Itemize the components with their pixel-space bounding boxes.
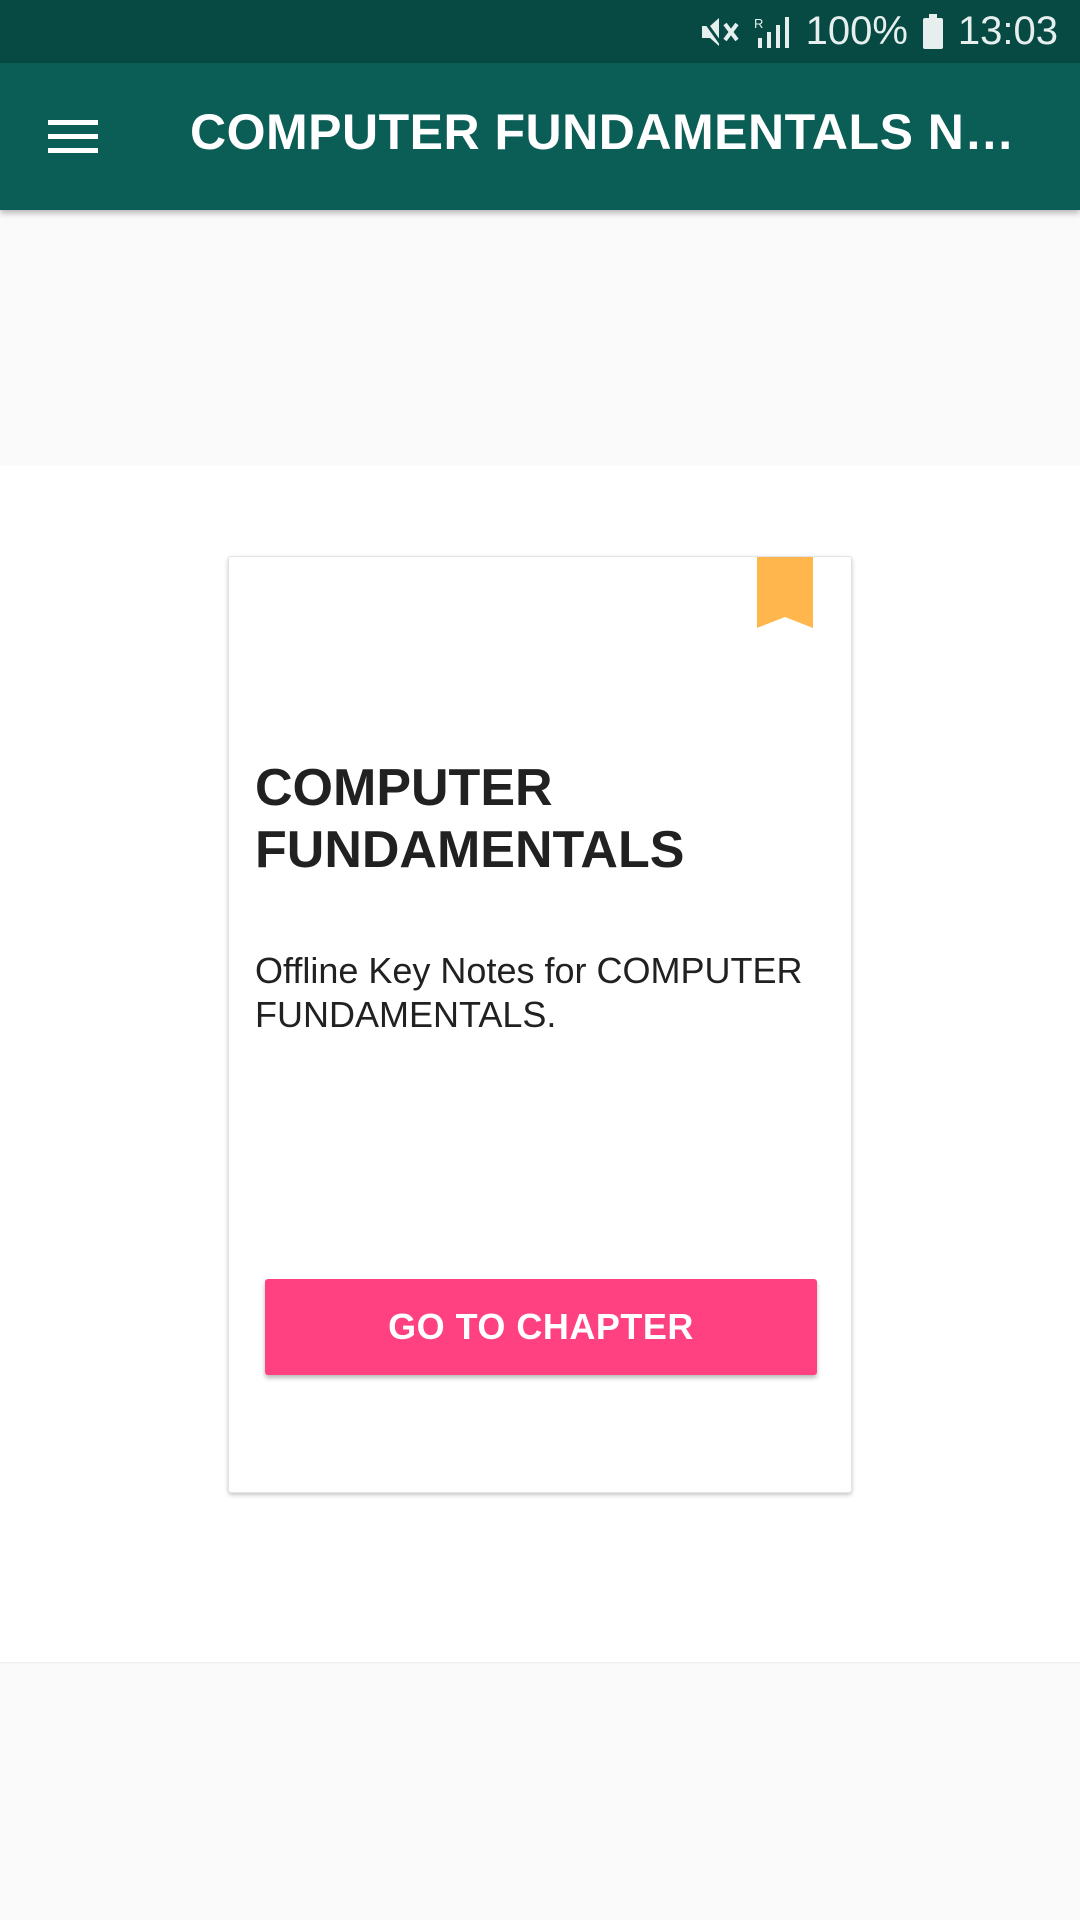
app-bar: COMPUTER FUNDAMENTALS NOTES [0,63,1080,210]
card-description: Offline Key Notes for COMPUTER FUNDAMENT… [255,950,803,1035]
go-to-chapter-button[interactable]: GO TO CHAPTER [265,1279,817,1375]
card-title: COMPUTER FUNDAMENTALS [255,759,685,879]
hamburger-menu-icon[interactable] [40,107,106,167]
book-card: COMPUTER FUNDAMENTALS Offline Key Notes … [228,556,852,1493]
battery-icon [922,13,944,50]
clock: 13:03 [957,9,1058,53]
battery-percent: 100% [805,9,908,53]
signal-icon: R [754,14,792,50]
svg-text:R: R [754,16,763,31]
app-title: COMPUTER FUNDAMENTALS NOTES [190,104,1050,160]
status-bar: R 100% 13:03 [0,0,1080,63]
mute-icon [699,14,740,49]
bookmark-icon[interactable] [757,557,813,628]
